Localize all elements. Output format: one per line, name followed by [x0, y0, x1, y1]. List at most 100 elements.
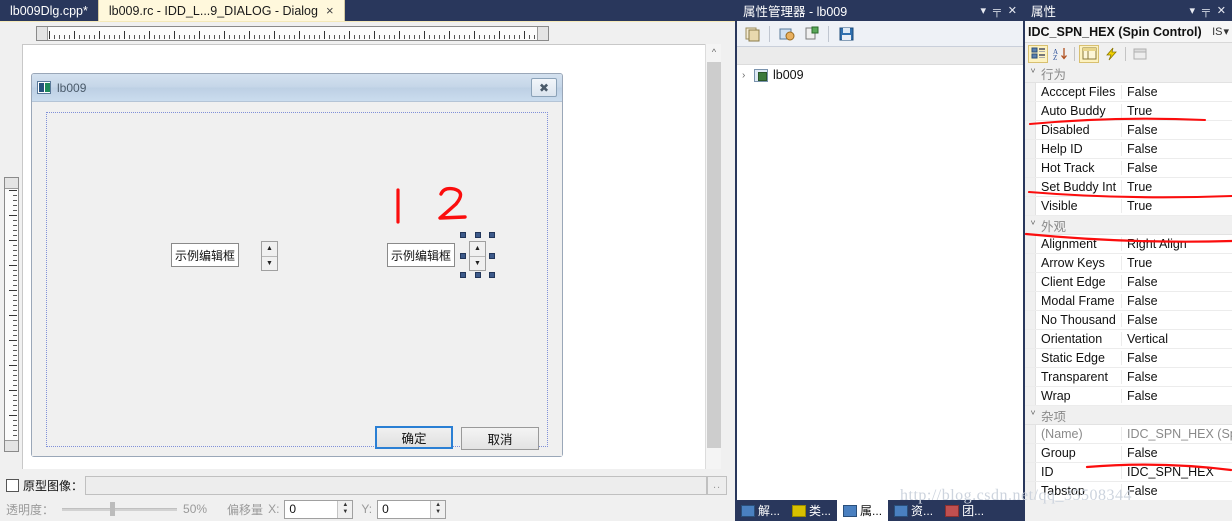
offset-x-value[interactable]: 0	[285, 502, 337, 516]
add-property-sheet-icon[interactable]	[742, 24, 762, 44]
offset-y-value[interactable]: 0	[378, 502, 430, 516]
slider-knob[interactable]	[110, 502, 116, 516]
property-row[interactable]: Static Edge False	[1025, 349, 1232, 368]
property-value[interactable]: False	[1122, 275, 1232, 289]
design-surface[interactable]: lb009 ✖ 示例编辑框 ▲ ▼ 示例编辑框 ▲ ▼ 确定 取消	[22, 44, 714, 504]
dialog-titlebar[interactable]: lb009 ✖	[32, 74, 562, 102]
property-row[interactable]: (Name) IDC_SPN_HEX (Sp	[1025, 425, 1232, 444]
chevron-down-icon[interactable]: ▾	[980, 4, 986, 17]
selection-handle-s[interactable]	[475, 272, 481, 278]
offset-y-stepper[interactable]: 0 ▲ ▼	[377, 499, 447, 519]
property-row[interactable]: Set Buddy Int True	[1025, 178, 1232, 197]
property-value[interactable]: True	[1122, 180, 1232, 194]
chevron-down-icon[interactable]: ⱽ	[1025, 68, 1041, 79]
property-value[interactable]: False	[1122, 313, 1232, 327]
offset-x-stepper[interactable]: 0 ▲ ▼	[284, 499, 354, 519]
ruler-right-guide-handle[interactable]	[537, 27, 548, 40]
alphabetical-view-icon[interactable]: A Z	[1050, 45, 1070, 63]
property-value[interactable]: False	[1122, 370, 1232, 384]
property-value[interactable]: IDC_SPN_HEX	[1122, 465, 1232, 479]
add-existing-property-sheet-icon[interactable]	[801, 24, 821, 44]
horizontal-ruler[interactable]	[36, 26, 549, 41]
pin-icon[interactable]: ╤	[1202, 5, 1210, 17]
selection-handle-sw[interactable]	[460, 272, 466, 278]
transparency-slider[interactable]	[62, 501, 178, 517]
save-icon[interactable]	[836, 24, 856, 44]
pin-icon[interactable]: ╤	[993, 5, 1001, 17]
property-row[interactable]: Wrap False	[1025, 387, 1232, 406]
edit-control-right[interactable]: 示例编辑框	[387, 243, 455, 267]
property-manager-tree[interactable]: › lb009	[737, 47, 1023, 500]
vruler-bottom-guide-handle[interactable]	[5, 440, 18, 451]
property-row[interactable]: Disabled False	[1025, 121, 1232, 140]
spin-up-icon[interactable]: ▲	[435, 502, 441, 509]
property-row[interactable]: ID IDC_SPN_HEX	[1025, 463, 1232, 482]
property-row[interactable]: Help ID False	[1025, 140, 1232, 159]
property-row[interactable]: Transparent False	[1025, 368, 1232, 387]
property-row[interactable]: Modal Frame False	[1025, 292, 1232, 311]
dialog-preview[interactable]: lb009 ✖ 示例编辑框 ▲ ▼ 示例编辑框 ▲ ▼ 确定 取消	[31, 73, 563, 457]
spin-down-icon[interactable]: ▼	[470, 257, 485, 271]
selection-handle-w[interactable]	[460, 253, 466, 259]
property-value[interactable]: False	[1122, 161, 1232, 175]
spin-down-icon[interactable]: ▼	[435, 509, 441, 516]
property-row[interactable]: No Thousand False	[1025, 311, 1232, 330]
add-new-project-property-sheet-icon[interactable]	[777, 24, 797, 44]
scrollbar-thumb[interactable]	[707, 62, 721, 448]
property-value[interactable]: Vertical	[1122, 332, 1232, 346]
spin-up-icon[interactable]: ▲	[342, 502, 348, 509]
object-combo-tail[interactable]: IS ▾	[1212, 25, 1229, 39]
property-value[interactable]: True	[1122, 256, 1232, 270]
properties-grid[interactable]: ⱽ 行为 Acccept Files False Auto Buddy True D…	[1025, 64, 1232, 500]
dialog-ok-button[interactable]: 确定	[375, 426, 453, 449]
edit-control-left[interactable]: 示例编辑框	[171, 243, 239, 267]
property-pages-icon[interactable]	[1130, 45, 1150, 63]
chevron-down-icon[interactable]: ▾	[1189, 4, 1195, 17]
spin-down-icon[interactable]: ▼	[342, 509, 348, 516]
property-row[interactable]: Client Edge False	[1025, 273, 1232, 292]
categorized-view-icon[interactable]	[1028, 44, 1048, 63]
dialog-close-icon[interactable]: ✖	[531, 78, 557, 97]
property-value[interactable]: Right Align	[1122, 237, 1232, 251]
property-row[interactable]: Orientation Vertical	[1025, 330, 1232, 349]
tree-item-lb009[interactable]: › lb009	[737, 65, 1023, 85]
property-row[interactable]: Alignment Right Align	[1025, 235, 1232, 254]
offset-y-spin-icon[interactable]: ▲ ▼	[430, 500, 446, 518]
property-row[interactable]: Hot Track False	[1025, 159, 1232, 178]
tab-lb009dlg-cpp[interactable]: lb009Dlg.cpp*	[0, 0, 98, 21]
events-view-icon[interactable]	[1101, 45, 1121, 63]
design-surface-vertical-scrollbar[interactable]: ^ ˅	[705, 44, 721, 504]
vruler-top-guide-handle[interactable]	[5, 178, 18, 189]
tab-lb009-rc-dialog[interactable]: lb009.rc - IDD_L...9_DIALOG - Dialog ×	[97, 0, 345, 21]
property-value[interactable]: False	[1122, 484, 1232, 498]
vertical-ruler[interactable]	[4, 177, 19, 452]
property-value[interactable]: False	[1122, 389, 1232, 403]
selection-handle-ne[interactable]	[489, 232, 495, 238]
chevron-down-icon[interactable]: ⱽ	[1025, 220, 1041, 231]
property-value[interactable]: True	[1122, 199, 1232, 213]
dialog-cancel-button[interactable]: 取消	[461, 427, 539, 450]
property-row[interactable]: Visible True	[1025, 197, 1232, 216]
spin-down-icon[interactable]: ▼	[262, 257, 277, 271]
property-value[interactable]: False	[1122, 294, 1232, 308]
spin-control-left[interactable]: ▲ ▼	[261, 241, 278, 271]
bottom-tab-team-explorer[interactable]: 团...	[939, 500, 990, 521]
property-group-appearance[interactable]: ⱽ 外观	[1025, 216, 1232, 235]
bottom-tab-class-view[interactable]: 类...	[786, 500, 837, 521]
property-value[interactable]: False	[1122, 142, 1232, 156]
scroll-up-icon[interactable]: ^	[706, 44, 722, 61]
property-value[interactable]: False	[1122, 446, 1232, 460]
selection-handle-n[interactable]	[475, 232, 481, 238]
chevron-right-icon[interactable]: ›	[742, 70, 754, 81]
property-value[interactable]: False	[1122, 351, 1232, 365]
prototype-image-browse-button[interactable]: ..	[707, 475, 727, 495]
close-icon[interactable]: ✕	[1217, 4, 1226, 17]
property-row[interactable]: Group False	[1025, 444, 1232, 463]
chevron-down-icon[interactable]: ⱽ	[1025, 410, 1041, 421]
bottom-tab-solution-explorer[interactable]: 解...	[735, 500, 786, 521]
property-row[interactable]: Arrow Keys True	[1025, 254, 1232, 273]
properties-object-selector[interactable]: IDC_SPN_HEX (Spin Control) IS ▾	[1025, 21, 1232, 43]
bottom-tab-property-manager[interactable]: 属...	[837, 500, 889, 521]
prototype-image-checkbox[interactable]	[6, 478, 19, 492]
prototype-image-path-input[interactable]	[85, 475, 707, 495]
